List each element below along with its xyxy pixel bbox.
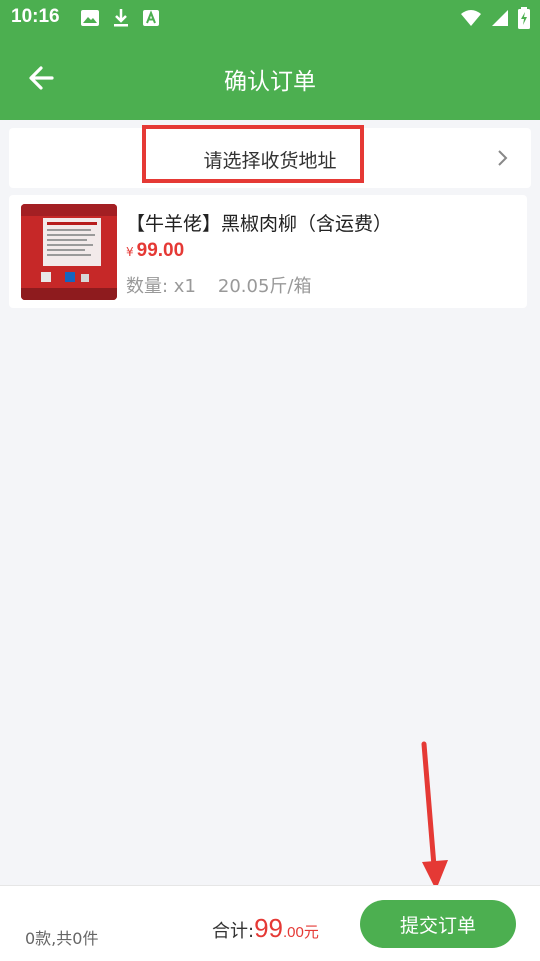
chevron-right-icon (497, 149, 509, 171)
product-quantity: 数量: x1 (126, 276, 196, 297)
product-quantity-spec: 数量: x1 20.05斤/箱 (126, 272, 312, 298)
signal-icon (490, 8, 510, 32)
image-icon (80, 9, 100, 31)
status-notification-icons (80, 8, 160, 32)
wifi-icon (460, 9, 482, 31)
bottom-bar: 0款,共0件 合计: 99 .00 元 提交订单 (0, 885, 540, 961)
app-header: 确认订单 (0, 36, 540, 120)
total-amount-dec: .00 (283, 924, 304, 941)
total-label: 合计: (212, 921, 255, 942)
product-image (21, 204, 117, 300)
address-selector[interactable]: 请选择收货地址 (9, 125, 531, 188)
product-spec: 20.05斤/箱 (217, 276, 312, 297)
item-count: 0款,共0件 (25, 929, 99, 948)
product-price: ¥99.00 (126, 240, 184, 262)
address-placeholder: 请选择收货地址 (203, 150, 337, 172)
battery-charging-icon (518, 7, 530, 33)
price-currency: ¥ (126, 245, 134, 259)
price-amount: 99.00 (136, 240, 185, 261)
order-total: 合计: 99 .00 元 (212, 913, 319, 944)
annotation-arrow-icon (421, 741, 448, 890)
product-item[interactable]: 【牛羊佬】黑椒肉柳（含运费） ¥99.00 数量: x1 20.05斤/箱 (9, 195, 527, 308)
status-system-icons (460, 7, 530, 33)
product-name: 【牛羊佬】黑椒肉柳（含运费） (126, 213, 393, 235)
download-icon (112, 8, 130, 32)
total-amount-int: 99 (254, 913, 283, 943)
status-bar: 10:16 (0, 0, 540, 36)
total-unit: 元 (303, 923, 319, 941)
status-time: 10:16 (11, 6, 60, 27)
page-title: 确认订单 (224, 69, 316, 95)
font-a-icon (142, 9, 160, 31)
submit-order-button[interactable]: 提交订单 (360, 900, 516, 948)
